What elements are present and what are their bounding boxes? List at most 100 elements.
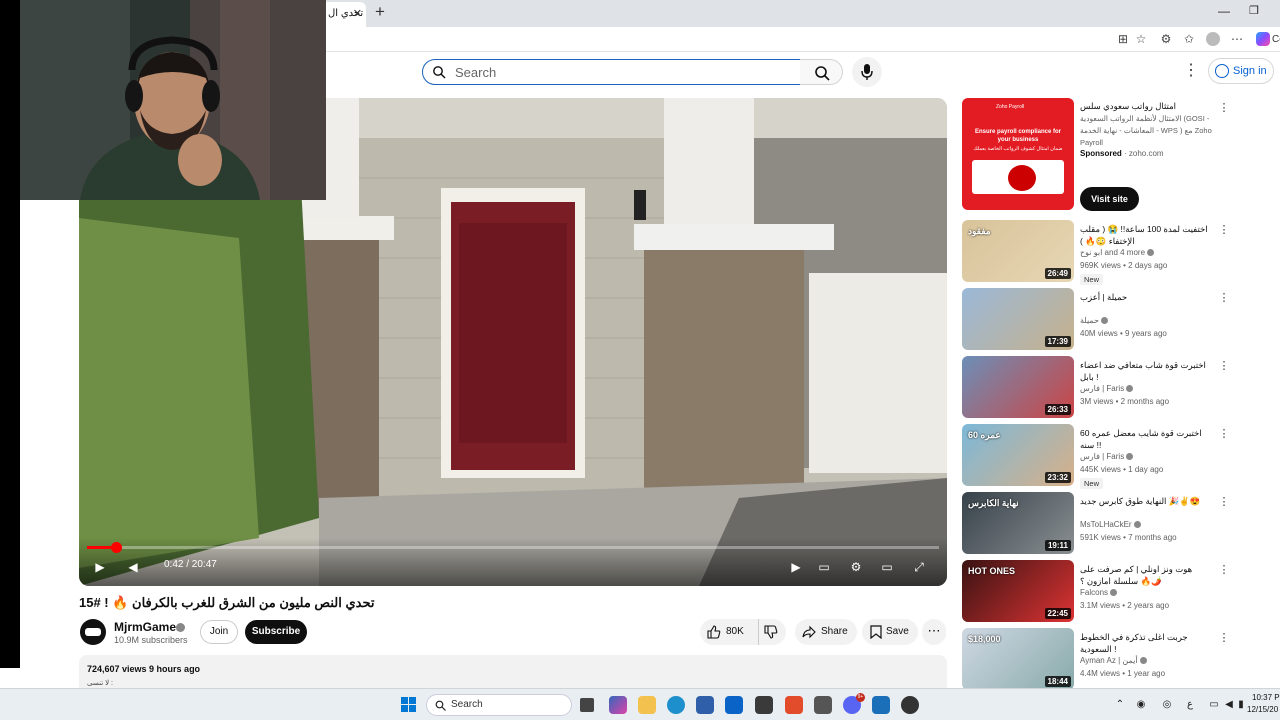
video-meta: 3.1M views • 2 years ago (1080, 601, 1170, 610)
more-options-icon[interactable]: ⋯ (1229, 31, 1245, 47)
action-menu-icon[interactable]: ⋮ (1218, 358, 1230, 374)
video-thumbnail[interactable]: HOT ONES 22:45 (962, 560, 1074, 622)
description-box[interactable]: 724,607 views 9 hours ago لا تنسى : (79, 655, 947, 688)
like-button[interactable]: 80K (700, 619, 756, 645)
maximize-icon[interactable]: ❐ (1249, 4, 1259, 17)
recommendation-item[interactable]: عمره 60 23:32 اختبرت قوة شايب معضل عمره 60… (962, 424, 1262, 489)
video-thumbnail[interactable]: $18,000 18:44 (962, 628, 1074, 688)
join-button[interactable]: Join (200, 620, 238, 644)
video-title: اختفيت لمدة 100 ساعة!! 😭 ( مقلب الإختفاء… (1080, 224, 1208, 246)
ad-thumbnail[interactable]: Zoho Payroll Ensure payroll compliance f… (962, 98, 1074, 210)
recommendation-item[interactable]: 17:39 حميلة | أعزب حميلة 40M views • 9 year… (962, 288, 1262, 350)
dislike-button[interactable] (758, 619, 786, 645)
visit-site-button[interactable]: Visit site (1080, 187, 1139, 211)
task-view-icon[interactable] (580, 698, 594, 712)
channel-name[interactable]: حميلة (1080, 316, 1099, 325)
subscribe-button[interactable]: Subscribe (245, 620, 307, 644)
settings-gear-icon[interactable]: ⚙ (847, 558, 865, 576)
ad-domain: zoho.com (1128, 149, 1164, 158)
video-thumbnail[interactable]: 17:39 (962, 288, 1074, 350)
video-thumbnail[interactable]: نهاية الكابرس 19:11 (962, 492, 1074, 554)
channel-name[interactable]: MsToLHaCkEr (1080, 520, 1132, 529)
play-icon[interactable]: ▶ (91, 558, 109, 576)
channel-avatar[interactable] (80, 619, 106, 645)
app-available-icon[interactable]: ⊞ (1115, 31, 1131, 47)
profile-avatar[interactable] (1206, 32, 1220, 46)
extensions-icon[interactable]: ⚙ (1158, 31, 1174, 47)
edge-browser-icon[interactable] (667, 696, 685, 714)
copilot-icon[interactable] (1256, 32, 1270, 46)
captions-icon[interactable]: ▭ (815, 558, 833, 576)
video-duration: 19:11 (1044, 540, 1071, 551)
action-menu-icon[interactable]: ⋮ (1218, 494, 1230, 510)
recommendation-item[interactable]: $18,000 18:44 جربت اغلى تذكرة في الخطوط ال… (962, 628, 1262, 688)
action-menu-icon[interactable]: ⋮ (1218, 426, 1230, 442)
channel-name[interactable]: Ayman Az | أيمن (1080, 656, 1138, 665)
app-shield-icon[interactable] (872, 696, 890, 714)
video-thumbnail[interactable]: مفقود 26:49 (962, 220, 1074, 282)
sponsored-ad[interactable]: Zoho Payroll Ensure payroll compliance f… (962, 98, 1262, 211)
video-thumbnail[interactable]: 26:33 (962, 356, 1074, 418)
like-dislike-group: 80K (700, 619, 786, 645)
windows-start-icon[interactable] (401, 697, 417, 713)
theater-mode-icon[interactable]: ▭ (878, 558, 896, 576)
channel-name[interactable]: ابو نوح and 4 more (1080, 248, 1145, 257)
tab-close-icon[interactable]: ✕ (353, 2, 362, 26)
ad-menu-icon[interactable]: ⋮ (1218, 100, 1230, 116)
voice-search-button[interactable] (852, 57, 882, 87)
ad-thumbnail-headline: Ensure payroll compliance for your busin… (974, 129, 1062, 143)
action-menu-icon[interactable]: ⋮ (1218, 562, 1230, 578)
search-box[interactable] (422, 59, 801, 85)
share-button[interactable]: Share (795, 619, 857, 645)
thumbs-down-icon (764, 625, 778, 639)
video-thumbnail[interactable]: عمره 60 23:32 (962, 424, 1074, 486)
recommendation-item[interactable]: نهاية الكابرس 19:11 النهاية طوق كابرس جديد… (962, 492, 1262, 554)
clock-time[interactable]: 10:37 P (1252, 693, 1280, 702)
store-icon[interactable] (696, 696, 714, 714)
share-label: Share (821, 626, 848, 637)
channel-name[interactable]: Falcons (1080, 588, 1108, 597)
battery-icon[interactable]: ▮ (1234, 698, 1248, 712)
recommendation-item[interactable]: مفقود 26:49 اختفيت لمدة 100 ساعة!! 😭 ( مقل… (962, 220, 1262, 285)
app-cube-icon[interactable] (755, 696, 773, 714)
thumbnail-text: نهاية الكابرس (968, 498, 1019, 508)
copilot-taskbar-icon[interactable] (609, 696, 627, 714)
file-explorer-icon[interactable] (638, 696, 656, 714)
autoplay-icon[interactable]: ▶ (787, 558, 805, 576)
new-tab-button[interactable]: + (371, 3, 389, 23)
save-button[interactable]: Save (862, 619, 918, 645)
more-actions-icon[interactable]: ⋯ (922, 619, 946, 645)
taskbar-search[interactable]: Search (426, 694, 572, 716)
app-grid-icon[interactable] (814, 696, 832, 714)
channel-name[interactable]: فارس | Faris (1080, 384, 1124, 393)
verified-badge-icon (1126, 385, 1134, 392)
recommendation-item[interactable]: 26:33 اختبرت قوة شاب متعافي ضد اعضاء بابل… (962, 356, 1262, 418)
action-menu-icon[interactable]: ⋮ (1218, 290, 1230, 306)
brave-browser-icon[interactable] (785, 696, 803, 714)
tray-phone-icon[interactable]: ◎ (1160, 698, 1174, 712)
browser-tab[interactable]: تحدي ال ✕ (320, 2, 366, 27)
settings-menu-icon[interactable]: ⋮ (1182, 60, 1200, 82)
tray-overflow-icon[interactable]: ⌃ (1113, 698, 1127, 712)
sign-in-button[interactable]: Sign in (1208, 58, 1274, 84)
minimize-icon[interactable]: — (1218, 4, 1230, 18)
scrubber-handle[interactable] (110, 542, 122, 553)
action-menu-icon[interactable]: ⋮ (1218, 222, 1230, 238)
favorite-star-icon[interactable]: ☆ (1133, 31, 1149, 47)
search-input[interactable] (455, 63, 785, 82)
channel-name[interactable]: فارس | Faris (1080, 452, 1124, 461)
input-language-indicator[interactable]: ع (1183, 698, 1197, 712)
obs-icon[interactable] (901, 696, 919, 714)
search-button[interactable] (800, 59, 843, 85)
favorites-icon[interactable]: ✩ (1181, 31, 1197, 47)
progress-bar[interactable] (87, 542, 939, 553)
channel-name[interactable]: MjrmGames (114, 620, 183, 634)
clock-date[interactable]: 12/15/20 (1247, 705, 1278, 714)
network-icon[interactable]: ▭ (1207, 698, 1221, 712)
recommendation-item[interactable]: HOT ONES 22:45 هوت ونز اونلي | كم صرفت على… (962, 560, 1262, 622)
action-menu-icon[interactable]: ⋮ (1218, 630, 1230, 646)
tray-app-icon[interactable]: ◉ (1134, 698, 1148, 712)
outlook-icon[interactable] (725, 696, 743, 714)
volume-icon[interactable]: ◀ (124, 558, 142, 576)
fullscreen-icon[interactable]: ⤢ (910, 558, 928, 576)
